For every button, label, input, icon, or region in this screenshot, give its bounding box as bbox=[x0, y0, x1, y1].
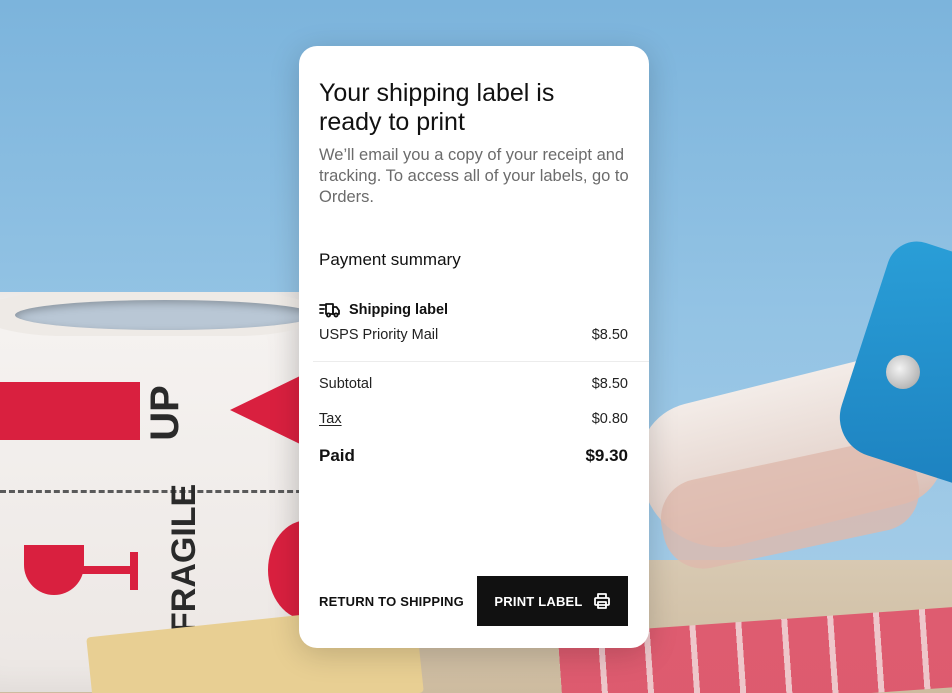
tax-link[interactable]: Tax bbox=[319, 411, 342, 427]
printer-icon bbox=[593, 592, 611, 610]
print-label-text: PRINT LABEL bbox=[494, 593, 583, 609]
tape-roll-core bbox=[15, 300, 315, 330]
line-item-row: USPS Priority Mail $8.50 bbox=[319, 327, 628, 343]
fragile-glass-stem bbox=[80, 566, 134, 574]
subtotal-row: Subtotal $8.50 bbox=[319, 376, 628, 392]
payment-summary-heading: Payment summary bbox=[319, 250, 461, 269]
tax-amount: $0.80 bbox=[591, 411, 628, 427]
paid-label: Paid bbox=[319, 446, 355, 465]
return-to-shipping-button[interactable]: RETURN TO SHIPPING bbox=[319, 594, 464, 609]
summary-divider bbox=[313, 361, 649, 362]
paid-amount: $9.30 bbox=[585, 446, 628, 465]
tape-arrow bbox=[230, 376, 300, 444]
tax-row: Tax $0.80 bbox=[319, 411, 628, 427]
line-item-label: USPS Priority Mail bbox=[319, 327, 439, 343]
tape-red-bar bbox=[0, 382, 140, 440]
shipping-label-modal: Your shipping label is ready to print We… bbox=[299, 46, 649, 648]
modal-subtitle: We’ll email you a copy of your receipt a… bbox=[319, 146, 629, 206]
tape-up-text: UP bbox=[143, 385, 187, 441]
tape-fragile-text: FRAGILE bbox=[165, 483, 203, 633]
modal-title: Your shipping label is ready to print bbox=[319, 79, 555, 136]
paid-row: Paid $9.30 bbox=[319, 446, 628, 466]
subtotal-label: Subtotal bbox=[319, 376, 373, 392]
tape-dashed-line bbox=[0, 490, 320, 493]
shipping-label-item-title: Shipping label bbox=[349, 302, 449, 318]
truck-icon bbox=[319, 302, 341, 318]
line-item-amount: $8.50 bbox=[591, 327, 628, 343]
print-label-button[interactable]: PRINT LABEL bbox=[477, 576, 628, 626]
subtotal-amount: $8.50 bbox=[591, 376, 628, 392]
fragile-glass-base bbox=[130, 552, 138, 590]
tape-dispenser-screw bbox=[886, 355, 920, 389]
shipping-label-item-header: Shipping label bbox=[319, 302, 448, 318]
